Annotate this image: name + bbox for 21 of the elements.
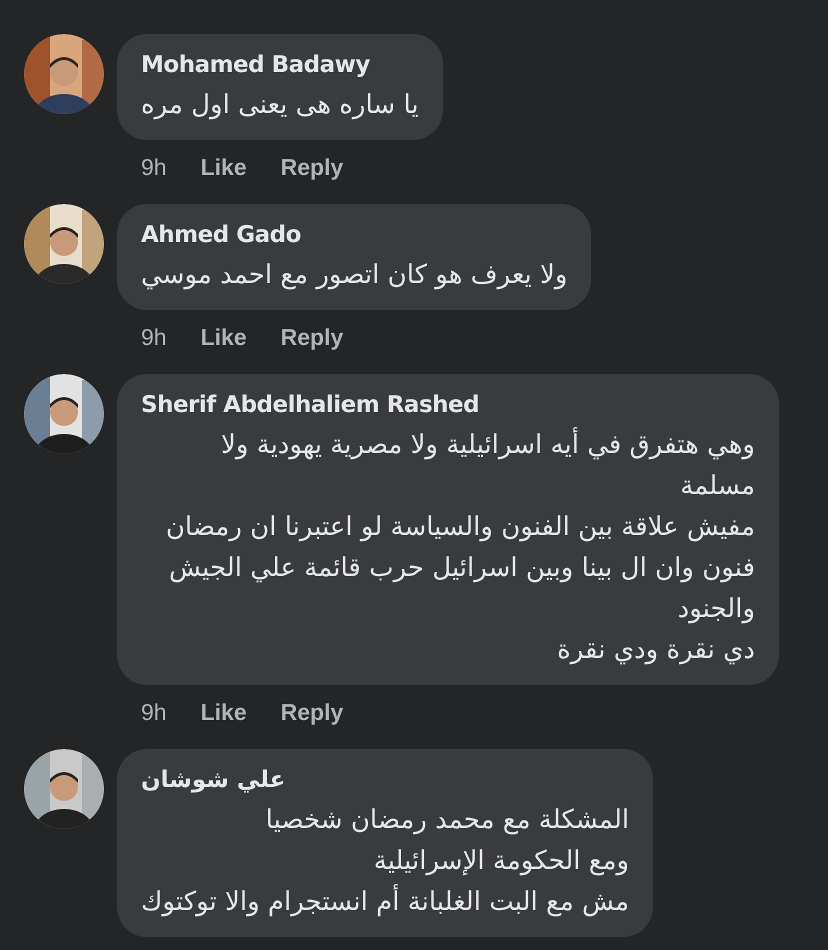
reply-link[interactable]: Reply [280,694,344,729]
comment-time[interactable]: 9h [141,694,167,729]
comment-text: ولا يعرف هو كان اتصور مع احمد موسي [141,258,568,292]
like-link[interactable]: Like [200,694,247,729]
comment-text: دي نقرة ودي نقرة [556,634,755,666]
comment-time[interactable]: 9h [141,150,167,184]
comment-text: وهي هتفرق في أيه اسرائيلية ولا مصرية يهودية ولا مسلمة [141,424,755,506]
reply-link[interactable]: Reply [280,320,344,354]
comment-text: مفيش علاقة بين الفنون والسياسة لو اعتبرنا ان رمضان فنون وان ال بينا وبين اسرائيل حرب قائمة علي الجيش والجنود [164,510,755,626]
author-name[interactable]: Mohamed Badawy [141,48,419,82]
comment-text: مش مع البت الغلبانة أم انستجرام والا توكتوك [141,882,630,922]
comment-text: يا ساره هى يعنى اول مره [141,88,419,122]
comment-time[interactable]: 9h [141,320,167,354]
like-link[interactable]: Like [200,150,247,184]
comment-text: المشكلة مع محمد رمضان شخصيا [264,804,630,836]
comment-text: ومع الحكومة الإسرائيلية [372,844,630,878]
reply-link[interactable]: Reply [280,150,344,184]
author-name[interactable]: Sherif Abdelhaliem Rashed [141,388,755,422]
like-link[interactable]: Like [200,320,247,354]
author-name[interactable]: علي شوشان [141,763,630,798]
author-name[interactable]: Ahmed Gado [141,218,568,252]
